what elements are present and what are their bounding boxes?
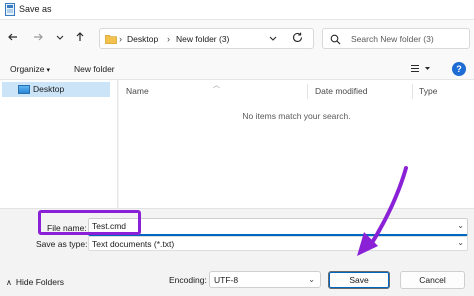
- help-icon[interactable]: ?: [452, 62, 466, 76]
- save-as-type-value: Text documents (*.txt): [92, 239, 175, 249]
- column-header-date-modified[interactable]: Date modified: [315, 86, 367, 96]
- desktop-icon: [18, 85, 30, 94]
- chevron-down-icon: ▾: [46, 67, 51, 74]
- new-folder-button[interactable]: New folder: [74, 64, 115, 74]
- hide-folders-label: Hide Folders: [15, 277, 65, 287]
- chevron-down-icon: ⌄: [308, 275, 315, 284]
- forward-button[interactable]: [29, 28, 47, 46]
- up-arrow-icon: [76, 32, 84, 41]
- chevron-down-icon: ⌄: [457, 238, 464, 247]
- dropdown-icon[interactable]: [268, 33, 278, 43]
- column-header-type[interactable]: Type: [419, 86, 437, 96]
- recent-locations-button[interactable]: [51, 28, 69, 46]
- encoding-select[interactable]: UTF-8 ⌄: [209, 271, 321, 288]
- search-icon: [330, 34, 341, 45]
- forward-arrow-icon: [34, 33, 43, 41]
- chevron-down-icon[interactable]: ⌄: [457, 221, 464, 230]
- history-chevron-icon: [56, 35, 64, 40]
- collapse-chevron-icon: ∧: [6, 278, 12, 287]
- hide-folders-button[interactable]: ∧ Hide Folders: [6, 277, 64, 287]
- window-title: Save as: [19, 4, 52, 14]
- command-bar: Organize ▾ New folder ?: [0, 58, 474, 80]
- empty-message: No items match your search.: [242, 111, 351, 121]
- search-box[interactable]: Search New folder (3): [322, 28, 470, 49]
- save-as-type-label: Save as type:: [36, 239, 88, 249]
- sidebar-item-desktop[interactable]: Desktop: [2, 82, 110, 97]
- column-divider[interactable]: [412, 84, 413, 99]
- cancel-button[interactable]: Cancel: [400, 271, 465, 289]
- search-placeholder: Search New folder (3): [351, 34, 434, 44]
- back-button[interactable]: [4, 28, 22, 46]
- back-arrow-icon: [8, 33, 17, 41]
- encoding-label: Encoding:: [169, 275, 207, 285]
- breadcrumb-new-folder[interactable]: New folder (3): [176, 34, 229, 44]
- breadcrumb-desktop[interactable]: Desktop: [127, 34, 158, 44]
- sort-indicator-icon: ︿: [213, 82, 220, 89]
- encoding-value: UTF-8: [214, 275, 239, 285]
- save-button[interactable]: Save: [328, 271, 390, 289]
- refresh-icon[interactable]: [291, 31, 304, 44]
- title-bar: Save as: [0, 0, 474, 20]
- file-list: ︿ Name Date modified Type No items match…: [119, 80, 474, 208]
- column-header-name[interactable]: Name: [126, 86, 149, 96]
- navigation-bar: › Desktop › New folder (3) Search New fo…: [0, 20, 474, 58]
- up-button[interactable]: [71, 28, 89, 46]
- view-icon[interactable]: [408, 62, 438, 76]
- organize-menu[interactable]: Organize ▾: [10, 64, 50, 74]
- folder-icon: [105, 35, 117, 44]
- sidebar-item-label: Desktop: [33, 84, 65, 94]
- file-name-highlight-box: [38, 210, 141, 235]
- address-bar[interactable]: › Desktop › New folder (3): [99, 28, 314, 49]
- column-divider[interactable]: [307, 84, 308, 99]
- file-name-input[interactable]: Test.cmd ⌄: [88, 218, 468, 236]
- save-as-type-select[interactable]: Text documents (*.txt) ⌄: [88, 236, 468, 251]
- app-icon: [5, 3, 15, 16]
- breadcrumb-chevron-icon: ›: [167, 34, 170, 44]
- organize-label: Organize: [10, 64, 45, 74]
- breadcrumb-chevron-icon: ›: [119, 34, 122, 44]
- navigation-pane: Desktop: [0, 80, 118, 208]
